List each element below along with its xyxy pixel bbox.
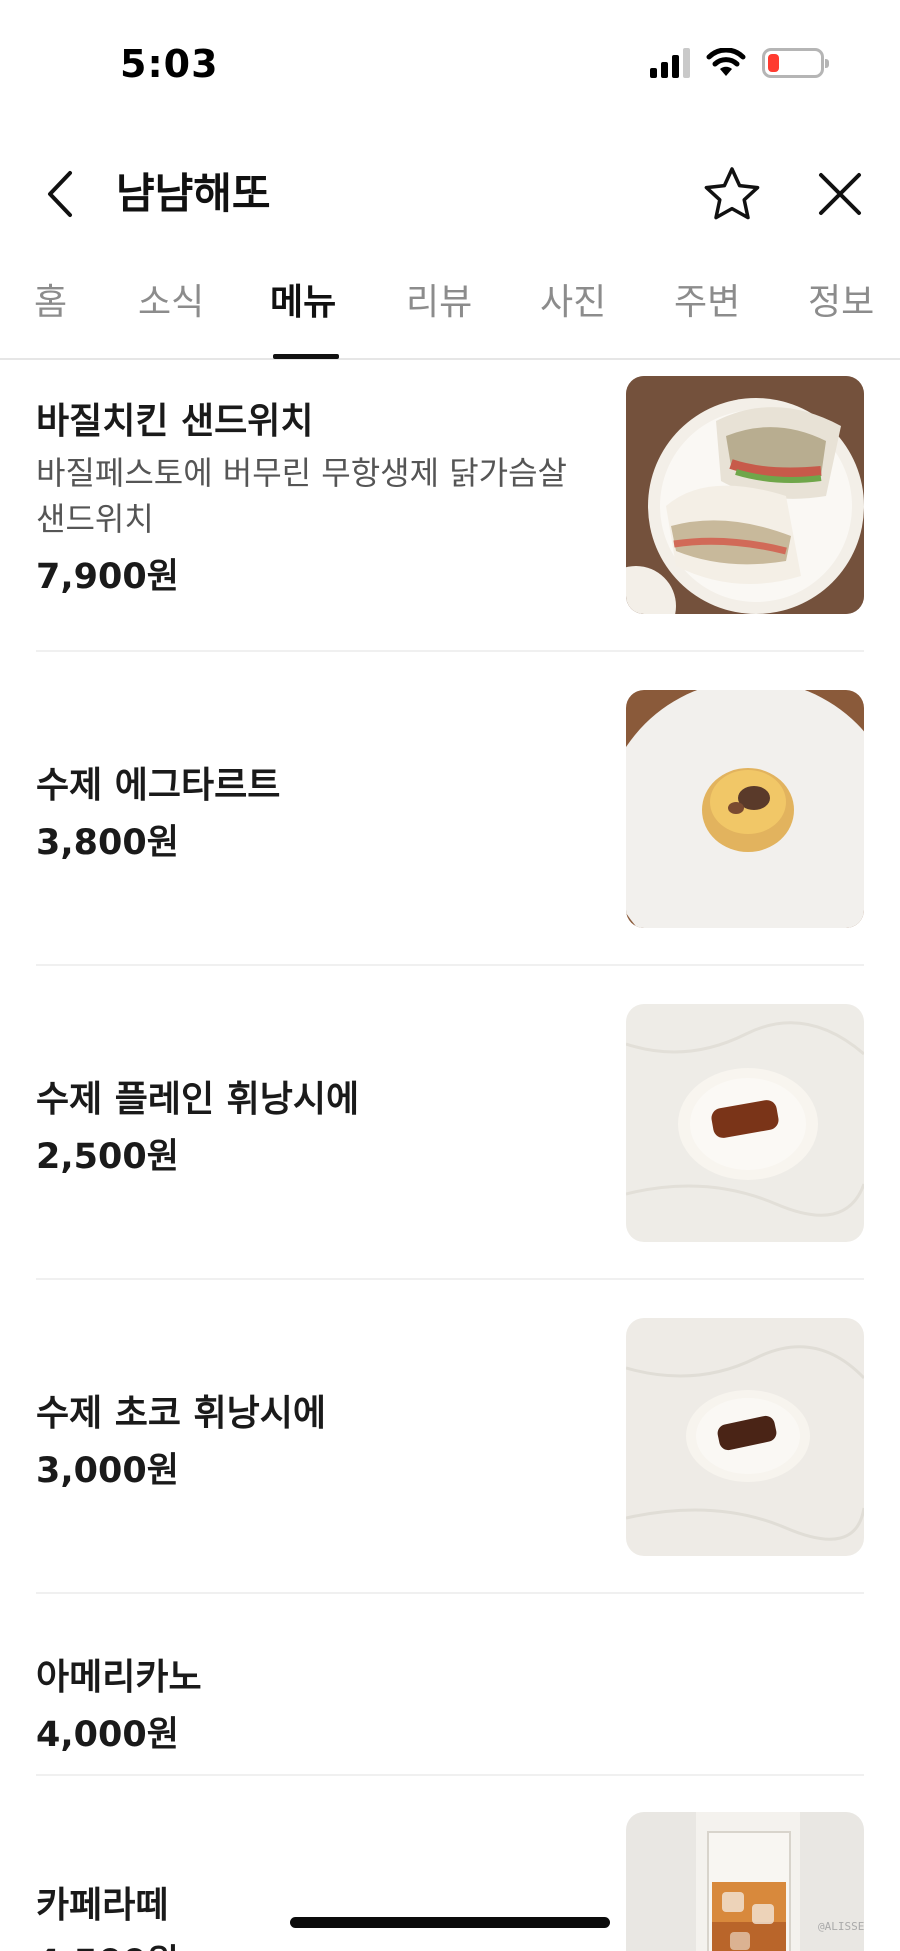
menu-item-photo — [626, 376, 864, 614]
tab-info[interactable]: 정보 — [808, 278, 874, 348]
menu-item-name: 수제 플레인 휘낭시에 — [36, 1079, 360, 1120]
battery-icon — [762, 48, 829, 78]
menu-item-photo — [626, 1004, 864, 1242]
menu-item-name: 카페라떼 — [36, 1885, 169, 1926]
chevron-left-icon — [48, 171, 72, 217]
active-tab-indicator — [273, 354, 339, 359]
watermark: @ALISSE — [818, 1920, 865, 1933]
tab-bar: 홈 소식 메뉴 리뷰 사진 주변 정보 — [0, 268, 900, 360]
menu-item-photo — [626, 690, 864, 928]
menu-item-price: 3,800원 — [36, 823, 179, 863]
status-icons — [650, 48, 829, 78]
menu-list: 바질치킨 샌드위치 바질페스토에 버무린 무항생제 닭가슴살 샌드위치 7,90… — [0, 362, 900, 1951]
menu-item-price: 4,500원 — [36, 1934, 179, 1951]
tab-menu[interactable]: 메뉴 — [270, 278, 336, 348]
menu-item-description: 바질페스토에 버무린 무항생제 닭가슴살 샌드위치 — [36, 454, 567, 538]
menu-item-price: 4,000원 — [36, 1715, 179, 1755]
home-indicator[interactable] — [290, 1917, 610, 1928]
menu-item-name: 수제 에그타르트 — [36, 765, 281, 806]
menu-item-name: 아메리카노 — [36, 1657, 202, 1698]
menu-item[interactable]: 바질치킨 샌드위치 바질페스토에 버무린 무항생제 닭가슴살 샌드위치 7,90… — [36, 362, 864, 652]
tab-nearby[interactable]: 주변 — [674, 278, 740, 348]
close-icon — [819, 173, 861, 215]
menu-item-price: 7,900원 — [36, 557, 179, 597]
wifi-icon — [706, 48, 746, 76]
favorite-button[interactable] — [700, 162, 764, 226]
menu-item-price: 2,500원 — [36, 1137, 179, 1177]
close-button[interactable] — [808, 162, 872, 226]
menu-item-photo — [626, 1318, 864, 1556]
menu-item-name: 수제 초코 휘낭시에 — [36, 1393, 327, 1434]
page-title: 냠냠해또 — [116, 169, 271, 218]
tab-reviews[interactable]: 리뷰 — [406, 278, 472, 348]
cellular-signal-icon — [650, 48, 690, 78]
menu-item-price: 3,000원 — [36, 1451, 179, 1491]
tab-home[interactable]: 홈 — [34, 278, 67, 348]
menu-item-name: 바질치킨 샌드위치 — [36, 401, 314, 442]
status-bar: 5:03 — [0, 0, 900, 130]
menu-item[interactable]: 아메리카노 4,000원 — [36, 1594, 864, 1776]
menu-item[interactable]: 수제 에그타르트 3,800원 — [36, 652, 864, 966]
back-button[interactable] — [34, 164, 84, 224]
menu-item[interactable]: 수제 초코 휘낭시에 3,000원 — [36, 1280, 864, 1594]
star-icon — [704, 167, 760, 220]
tab-photos[interactable]: 사진 — [540, 278, 606, 348]
place-header: 냠냠해또 — [0, 150, 900, 240]
tab-news[interactable]: 소식 — [138, 278, 204, 348]
status-time: 5:03 — [120, 42, 219, 86]
menu-item[interactable]: 수제 플레인 휘낭시에 2,500원 — [36, 966, 864, 1280]
